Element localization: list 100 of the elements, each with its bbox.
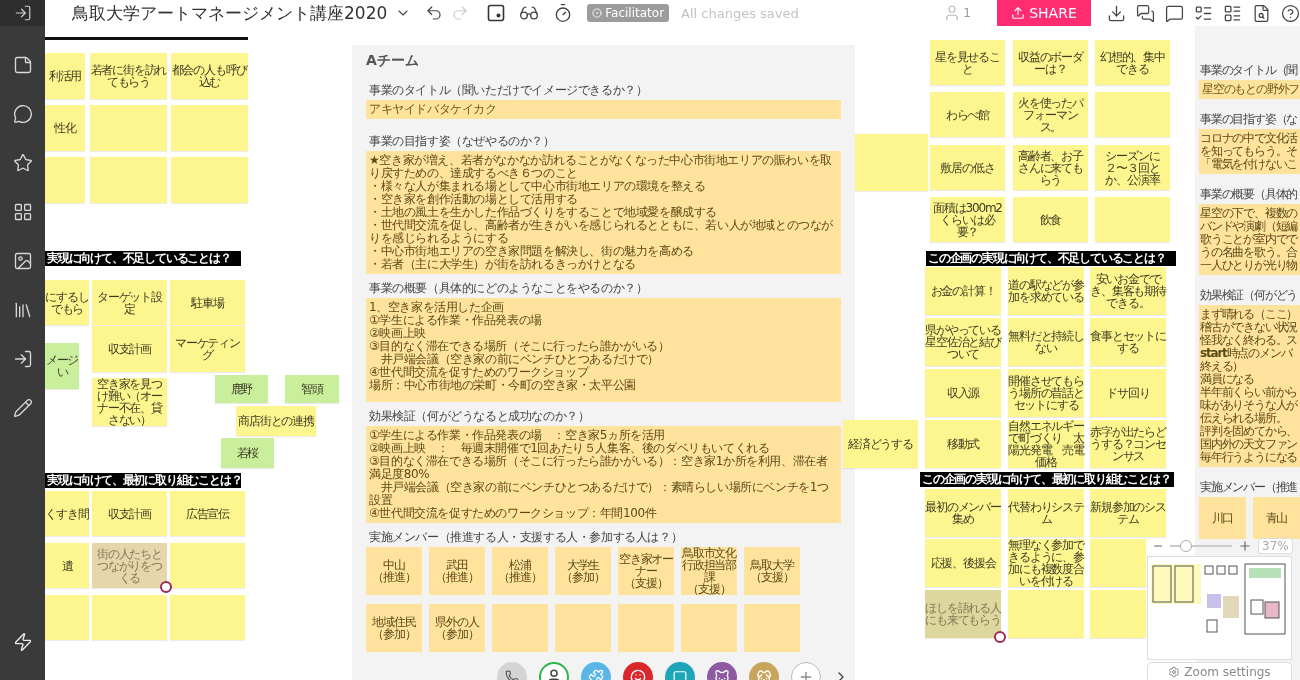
sticky-note[interactable]: 収益のボーダーは？ xyxy=(1013,40,1088,85)
redo-icon[interactable] xyxy=(451,4,470,22)
sticky-note[interactable]: 収支計画 xyxy=(92,491,167,536)
sticky-note[interactable]: 武田 （推進） xyxy=(429,547,485,595)
sticky-note[interactable]: 移動式 xyxy=(925,420,1001,468)
list-icon[interactable] xyxy=(1223,3,1242,23)
text-line: 伝えられる場所。 xyxy=(1200,412,1287,425)
section-label: 事業の目指す姿（な xyxy=(1200,111,1298,128)
sticky-note[interactable]: 敷居の低さ xyxy=(930,145,1005,190)
sticky-note[interactable]: 飲食 xyxy=(1013,197,1088,242)
sticky-note[interactable]: 自然エネルギーで町づくり 太陽光発電 売電価格 xyxy=(1008,420,1084,468)
sticky-note[interactable]: 応援、後援会 xyxy=(925,539,1001,587)
sticky-note[interactable]: 駐車場 xyxy=(170,280,245,325)
sticky-note[interactable]: 星を見せること xyxy=(930,40,1005,85)
member-name: 中山 xyxy=(383,559,405,571)
sticky-note[interactable]: 空き家を見つけ難い（オーナー不在、貸さない） xyxy=(92,378,167,426)
sticky-note[interactable]: 無料だと持続しない xyxy=(1008,318,1084,366)
sticky-note[interactable]: 都会の人も呼び込む xyxy=(171,53,248,99)
text-line: ②映画上映 ： 毎週末開催で1回あたり５人集客、後のダベリもいてくれる xyxy=(369,442,770,455)
sticky-note[interactable]: 地域住民 （参加） xyxy=(366,604,422,652)
import-icon[interactable] xyxy=(12,349,33,369)
board-title[interactable]: 鳥取大学アートマネージメント講座2020 xyxy=(72,1,388,25)
text-line: 星空の下で、複数の xyxy=(1200,207,1298,220)
grid-icon[interactable] xyxy=(12,202,33,222)
member-role: （推進） xyxy=(498,571,542,583)
text-line: 毎年行うようになる xyxy=(1200,451,1298,464)
sticky-note[interactable]: 空き家オーナー （支援） xyxy=(618,547,674,595)
help-icon[interactable] xyxy=(1281,3,1300,23)
member-role: （推進） xyxy=(435,571,479,583)
sticky-note[interactable]: 面積は300m2くらいは必要？ xyxy=(930,197,1005,242)
sticky-note[interactable]: 最初のメンバー集め xyxy=(925,489,1001,537)
exit-icon[interactable] xyxy=(13,4,32,22)
sticky-note[interactable]: 赤字が出たらどうする？コンセンサス xyxy=(1090,420,1166,468)
sticky-note[interactable]: シーズンに２〜３回とか、公演率 xyxy=(1095,145,1170,190)
share-button[interactable]: SHARE xyxy=(997,0,1091,26)
pen-icon[interactable] xyxy=(12,398,33,418)
sticky-note[interactable]: 収入源 xyxy=(925,369,1001,417)
sticky-note[interactable]: お金の計算！ xyxy=(925,267,1001,315)
sticky-note[interactable]: 幻想的、集中できる xyxy=(1095,40,1170,85)
sticky-note[interactable]: 青山 xyxy=(1253,497,1300,539)
sticky-note[interactable]: 智頭 xyxy=(285,375,339,403)
sticky-note[interactable]: 遺 xyxy=(45,543,89,588)
minimap-drawing[interactable] xyxy=(1147,556,1292,660)
text-line: ③目的なく滞在できる場所（そこに行ったら誰かがいる）：空き家1か所を利用、滞在者満足度80% xyxy=(369,455,829,481)
sticky-note[interactable]: 松浦 （推進） xyxy=(492,547,548,595)
sticky-note[interactable]: 代替わりシステム xyxy=(1008,489,1084,537)
sticky-note[interactable]: 若桜 xyxy=(221,438,274,468)
sticky-note[interactable]: 県がやっている星空佐治と結びついて xyxy=(925,318,1001,366)
zoom-settings-button[interactable]: Zoom settings xyxy=(1147,662,1292,680)
sticky-note[interactable]: 新規参加のシステム xyxy=(1090,489,1166,537)
sticky-note[interactable]: くすき間 xyxy=(45,491,89,536)
sticky-note[interactable]: 県外の人 （参加） xyxy=(429,604,485,652)
title-strip: 星空のもとの野外フ xyxy=(1199,80,1300,99)
sticky-note[interactable]: 開催させてもらう場所の昔話とセットにする xyxy=(1008,369,1084,417)
sticky-note[interactable]: にするしでもら xyxy=(45,280,89,325)
save-status: All changes saved xyxy=(681,5,799,21)
section-label: 事業の概要（具体的にどのようなことをやるのか？） xyxy=(369,280,648,297)
search-icon[interactable] xyxy=(1252,3,1271,23)
sticky-note[interactable]: 経済どうする xyxy=(843,420,918,468)
text-line: ④世代間交流を促すためのワークショップ：年間100件 xyxy=(369,507,657,520)
sticky-note[interactable]: 安いお金ででき、集客も期待できる。 xyxy=(1090,267,1166,315)
comment-icon[interactable] xyxy=(1165,3,1184,23)
section-heading: この企画の実現に向けて、最初に取り組むことは？ xyxy=(920,472,1174,487)
sticky-note[interactable]: 中山 （推進） xyxy=(366,547,422,595)
undo-icon[interactable] xyxy=(425,4,444,22)
slider-thumb[interactable] xyxy=(1180,540,1192,552)
download-icon[interactable] xyxy=(1107,3,1126,23)
star-icon[interactable] xyxy=(12,153,33,173)
sticky-note[interactable]: 道の駅などが参加を求めている xyxy=(1008,267,1084,315)
frame-icon[interactable] xyxy=(487,4,506,22)
sticky-note-icon[interactable] xyxy=(12,55,33,75)
sticky-note[interactable]: 高齢者、お子さんに来てもらう xyxy=(1013,145,1088,190)
sticky-note[interactable]: 鳥取市文化行政担当部課 （支援） xyxy=(681,547,737,595)
sticky-note[interactable]: 鳥取大学 （支援） xyxy=(744,547,800,595)
sticky-note[interactable]: マーケティング xyxy=(170,326,245,372)
sticky-note[interactable]: メージい xyxy=(45,343,79,389)
sticky-note[interactable]: 性化 xyxy=(45,105,85,151)
avatar-icon[interactable] xyxy=(994,631,1006,643)
sticky-note[interactable]: 無理なく参加できるように、参加にも複数度合いを付ける xyxy=(1008,539,1084,587)
sticky-note[interactable]: わらべ館 xyxy=(930,92,1005,137)
sticky-note[interactable]: ターゲット設定 xyxy=(92,280,167,325)
text-line: start時点のメンバ xyxy=(1200,347,1292,360)
sticky-note[interactable]: 利活用 xyxy=(45,53,85,99)
comment-icon[interactable] xyxy=(12,104,33,124)
lightning-icon[interactable] xyxy=(12,632,33,652)
member-role: （支援） xyxy=(687,583,731,595)
upload-icon xyxy=(1011,6,1026,20)
sticky-note[interactable]: 広告宣伝 xyxy=(170,491,245,536)
sticky-note[interactable]: 大学生 （参加） xyxy=(555,547,611,595)
zoom-in-icon[interactable] xyxy=(1238,539,1252,553)
sticky-note[interactable]: 川口 xyxy=(1199,497,1246,539)
sticky-note[interactable]: 食事とセットにする xyxy=(1090,318,1166,366)
sticky-note[interactable]: 火を使ったパフォーマンス。 xyxy=(1013,92,1088,137)
sticky-note[interactable]: ドサ回り xyxy=(1090,369,1166,417)
image-icon[interactable] xyxy=(12,251,33,271)
member-name: 武田 xyxy=(446,559,468,571)
sticky-note[interactable]: 若者に街を訪れてもらう xyxy=(90,53,167,99)
sticky-note[interactable]: 商店街との連携 xyxy=(236,406,316,436)
sticky-note[interactable]: 収支計画 xyxy=(92,326,167,372)
sticky-note[interactable]: 鹿野 xyxy=(215,375,268,403)
